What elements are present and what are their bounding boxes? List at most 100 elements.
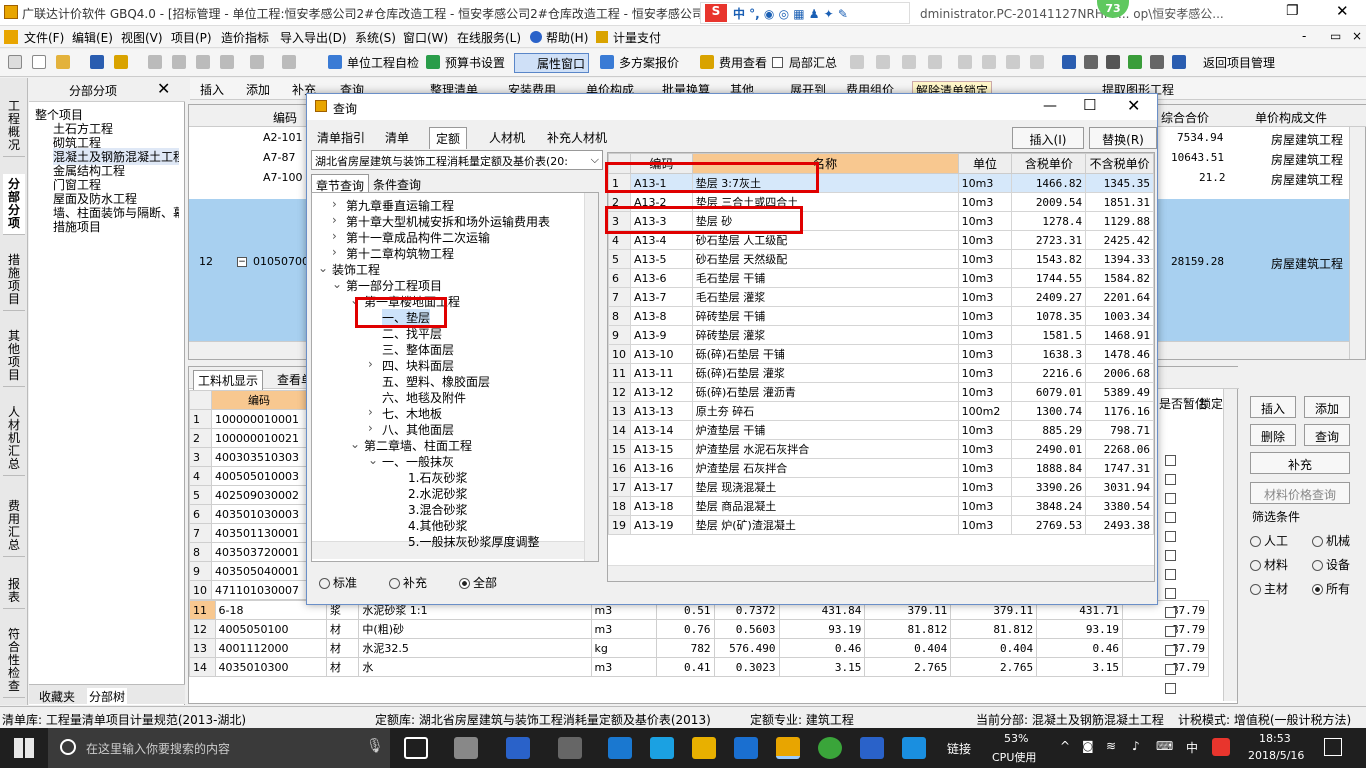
temp-price-checkbox[interactable] (1165, 683, 1176, 694)
vtab-compliance[interactable]: 符合性检查 (3, 624, 25, 698)
ie-icon[interactable] (650, 737, 674, 759)
vtab-items[interactable]: 分部分项 (3, 174, 25, 235)
undo-icon[interactable] (250, 55, 264, 69)
chevron-down-icon[interactable]: ⌄ (332, 277, 342, 291)
insert-button[interactable]: 插入 (1250, 396, 1296, 418)
table-row[interactable]: 8 403503720001 (189, 542, 307, 562)
temp-price-checkbox[interactable] (1165, 588, 1176, 599)
sogou-icon[interactable]: S (705, 4, 727, 22)
tab-section-tree[interactable]: 分部树 (87, 688, 128, 705)
cube-icon[interactable] (1128, 55, 1142, 69)
filter-labor[interactable]: 人工 (1250, 532, 1288, 549)
arrow-up-icon[interactable] (1006, 55, 1020, 69)
quota-row[interactable]: 12 A13-12 砾(碎)石垫层 灌沥青 10m3 6079.01 5389.49 (608, 382, 1154, 402)
redo-icon[interactable] (282, 55, 296, 69)
close-icon[interactable]: ✕ (1336, 2, 1349, 20)
temp-price-checkbox[interactable] (1165, 512, 1176, 523)
filter-main-material[interactable]: 主材 (1250, 580, 1288, 597)
notification-icon[interactable] (1324, 738, 1342, 756)
chevron-right-icon[interactable]: › (332, 245, 337, 259)
chevron-right-icon[interactable]: › (332, 197, 337, 211)
nav-first-icon[interactable] (850, 55, 864, 69)
tree-node[interactable]: 三、整体面层 (382, 341, 454, 358)
filter-equipment[interactable]: 设备 (1312, 556, 1350, 573)
query-button[interactable]: 查询 (1304, 424, 1350, 446)
multi-plan-button[interactable]: 多方案报价 (616, 53, 682, 73)
temp-price-checkbox[interactable] (1165, 455, 1176, 466)
tree-node[interactable]: 第九章垂直运输工程 (346, 197, 454, 214)
radio-all[interactable]: 全部 (459, 574, 497, 591)
table-row[interactable]: 9 403505040001 (189, 561, 307, 581)
mic-icon[interactable]: 🎙 (366, 738, 384, 754)
panel-close-icon[interactable]: ✕ (157, 79, 170, 98)
wifi-icon[interactable]: ≋ (1106, 739, 1116, 753)
ime-indicator[interactable]: 中 (1186, 739, 1198, 756)
chevron-right-icon[interactable]: › (368, 405, 373, 419)
mdi-min-icon[interactable]: - (1302, 29, 1306, 43)
price-query-button[interactable]: 材料价格查询 (1250, 482, 1350, 504)
tree-node[interactable]: 第十章大型机械安拆和场外运输费用表 (346, 213, 550, 230)
quota-row[interactable]: 13 A13-13 原土夯 碎石 100m2 1300.74 1176.16 (608, 401, 1154, 421)
wechat-icon[interactable] (818, 737, 842, 759)
radio-standard[interactable]: 标准 (319, 574, 357, 591)
sogou-tray-icon[interactable] (1212, 738, 1230, 756)
table-row[interactable]: 4 400505010003 (189, 466, 307, 486)
budget-set-button[interactable]: 预算书设置 (442, 53, 508, 73)
cell-code[interactable]: A7-100 (263, 171, 303, 184)
menu-file[interactable]: 文件(F) (24, 29, 64, 46)
quota-row[interactable]: 9 A13-9 碎砖垫层 灌浆 10m3 1581.5 1468.91 (608, 325, 1154, 345)
vertical-scrollbar[interactable] (1223, 389, 1237, 701)
temp-price-checkbox[interactable] (1165, 664, 1176, 675)
dialog-insert-button[interactable]: 插入(I) (1012, 127, 1084, 149)
supplement-button[interactable]: 补充 (1250, 452, 1350, 474)
paste-icon[interactable] (196, 55, 210, 69)
tree-node[interactable]: 4.其他砂浆 (408, 517, 467, 534)
quota-row[interactable]: 10 A13-10 砾(碎)石垫层 干铺 10m3 1638.3 1478.46 (608, 344, 1154, 364)
vtab-measures[interactable]: 措施项目 (3, 250, 25, 311)
temp-price-checkbox[interactable] (1165, 550, 1176, 561)
quota-row[interactable]: 6 A13-6 毛石垫层 干铺 10m3 1744.55 1584.82 (608, 268, 1154, 288)
volume-icon[interactable]: ♪ (1132, 739, 1140, 753)
tree-node[interactable]: 第十二章构筑物工程 (346, 245, 454, 262)
vtab-fee-summary[interactable]: 费用汇总 (3, 496, 25, 557)
vtab-reports[interactable]: 报表 (3, 574, 25, 609)
glodon-g-icon[interactable] (734, 737, 758, 759)
keyboard-icon[interactable]: ⌨ (1156, 739, 1173, 753)
chevron-down-icon[interactable]: ⌄ (368, 453, 378, 467)
windows-start-icon[interactable] (14, 738, 34, 758)
mdi-restore-icon[interactable]: ▭ (1330, 29, 1341, 43)
chevron-right-icon[interactable]: › (332, 229, 337, 243)
dialog-close-icon[interactable]: ✕ (1127, 96, 1140, 115)
taskbar-link-label[interactable]: 链接 (947, 740, 971, 757)
fx-icon[interactable] (1084, 55, 1098, 69)
table-row[interactable]: 2 100000010021 (189, 428, 307, 448)
table-row[interactable]: 5 402509030002 (189, 485, 307, 505)
app-gear-icon[interactable] (558, 737, 582, 759)
quota-row[interactable]: 17 A13-17 垫层 现浇混凝土 10m3 3390.26 3031.94 (608, 477, 1154, 497)
tab-list[interactable]: 清单 (379, 127, 415, 148)
temp-price-checkbox[interactable] (1165, 645, 1176, 656)
copy-icon[interactable] (172, 55, 186, 69)
cell-code[interactable]: A2-101 (263, 131, 303, 144)
quota-row[interactable]: 16 A13-16 炉渣垫层 石灰拌合 10m3 1888.84 1747.31 (608, 458, 1154, 478)
table-row[interactable]: 6 403501030003 (189, 504, 307, 524)
quota-row[interactable]: 8 A13-8 碎砖垫层 干铺 10m3 1078.35 1003.34 (608, 306, 1154, 326)
chevron-right-icon[interactable]: › (332, 213, 337, 227)
dialog-maximize-icon[interactable]: ☐ (1083, 96, 1096, 114)
temp-price-checkbox[interactable] (1165, 531, 1176, 542)
quota-row[interactable]: 18 A13-18 垫层 商品混凝土 10m3 3848.24 3380.54 (608, 496, 1154, 516)
quota-row[interactable]: 11 A13-11 砾(碎)石垫层 灌浆 10m3 2216.6 2006.68 (608, 363, 1154, 383)
nav-last-icon[interactable] (928, 55, 942, 69)
vertical-scrollbar[interactable] (1349, 127, 1365, 359)
restore-icon[interactable]: ❐ (1286, 3, 1299, 19)
table-row[interactable]: 10 471101030007 (189, 580, 307, 600)
tab-labor-material[interactable]: 工料机显示 (193, 370, 264, 391)
menu-cost-index[interactable]: 造价指标 (221, 29, 269, 46)
tree-node[interactable]: 四、块料面层 (382, 357, 454, 374)
delete-button[interactable]: 删除 (1250, 424, 1296, 446)
table-row[interactable]: 13 4001112000 材水泥32.5 kg 782 576.490 0.46 0.404… (189, 638, 1209, 658)
tray-expand-icon[interactable]: ^ (1060, 739, 1070, 753)
library-select[interactable]: 湖北省房屋建筑与装饰工程消耗量定额及基价表(20: ⌵ (311, 150, 603, 170)
menu-view[interactable]: 视图(V) (121, 29, 163, 46)
quota-row[interactable]: 7 A13-7 毛石垫层 灌浆 10m3 2409.27 2201.64 (608, 287, 1154, 307)
